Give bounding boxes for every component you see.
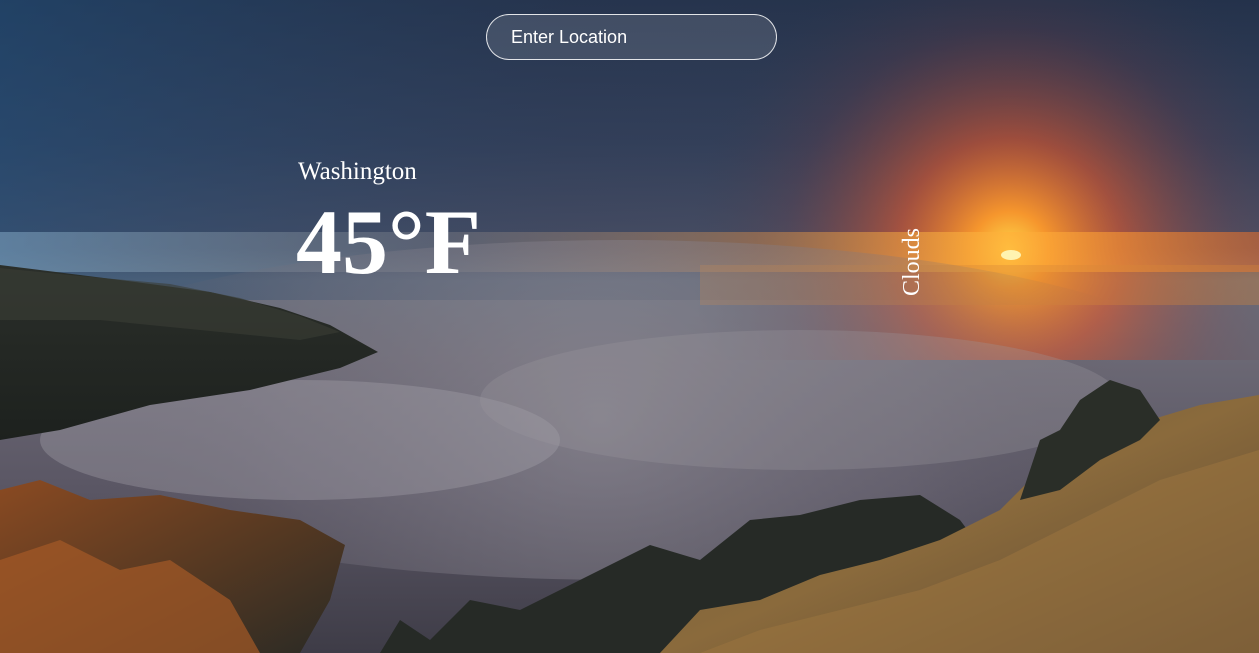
- weather-condition: Clouds: [899, 228, 925, 297]
- location-search-input[interactable]: [486, 14, 777, 60]
- temperature-value: 45°F: [296, 191, 481, 293]
- location-name: Washington: [298, 158, 417, 185]
- background-landscape-image: [0, 0, 1259, 653]
